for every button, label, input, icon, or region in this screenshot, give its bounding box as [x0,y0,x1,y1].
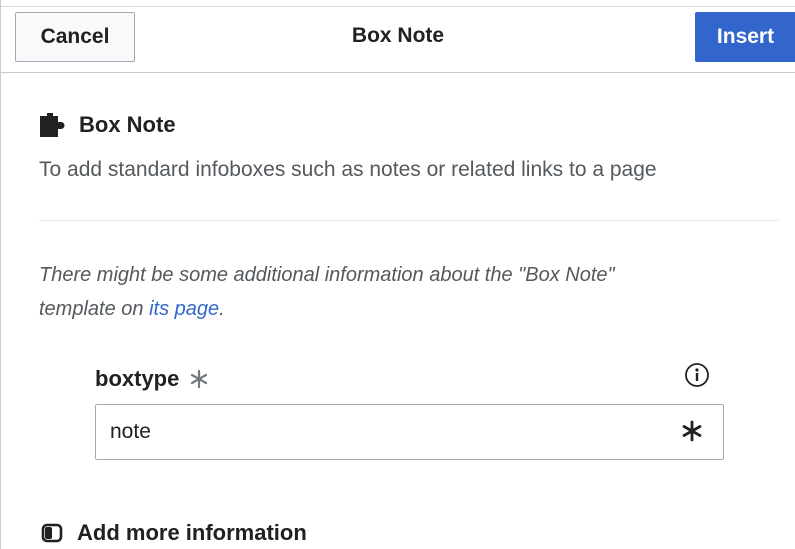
insert-button[interactable]: Insert [695,12,795,62]
parameter-label: boxtype [95,364,209,394]
asterisk-icon [191,369,208,389]
add-more-information-button[interactable]: Add more information [41,518,307,548]
more-info-line-2: template on its page. [39,292,739,326]
template-dialog: Cancel Box Note Insert Box Note To add s… [0,0,795,549]
info-icon[interactable] [684,362,710,388]
more-info-line-2-prefix: template on [39,298,150,320]
template-heading: Box Note [39,110,176,140]
required-asterisk-icon [682,420,702,442]
puzzle-icon [40,113,65,137]
toggle-icon [41,523,63,543]
template-description: To add standard infoboxes such as notes … [39,158,657,181]
dialog-title: Box Note [351,24,445,47]
template-name: Box Note [79,112,176,137]
more-info-line-2-suffix: . [219,298,225,320]
parameter-input-container [95,404,724,460]
template-more-info: There might be some additional informati… [39,258,739,326]
add-more-label: Add more information [77,520,307,545]
section-divider [39,220,779,221]
header-top-border [1,0,795,7]
dialog-header: Cancel Box Note Insert [1,0,795,73]
more-info-line-1: There might be some additional informati… [39,264,615,286]
boxtype-input[interactable] [96,405,656,459]
template-page-link[interactable]: its page [149,298,219,320]
parameter-name: boxtype [95,366,180,391]
